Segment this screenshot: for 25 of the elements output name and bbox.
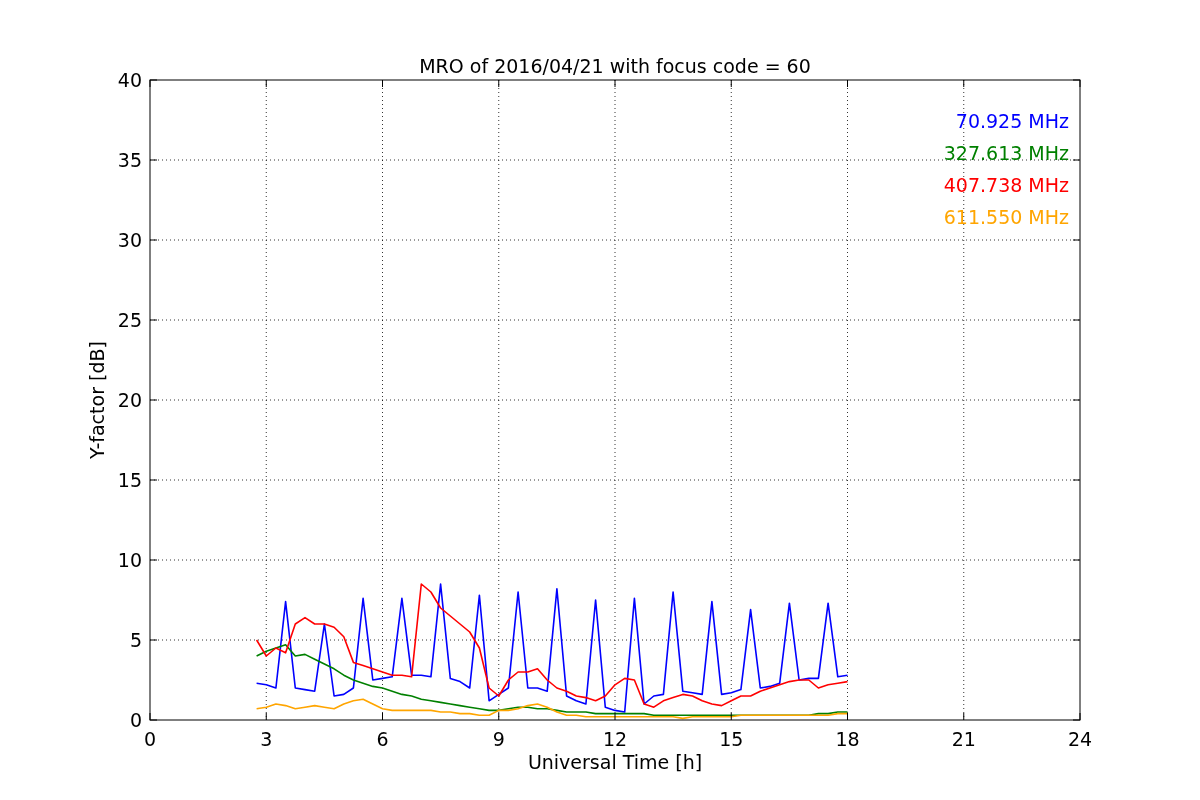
y-tick-label: 10 [117,549,142,571]
y-tick-label: 20 [117,389,142,411]
y-tick-label: 35 [117,149,142,171]
y-tick-label: 40 [117,69,142,91]
legend-label: 407.738 MHz [943,174,1069,196]
chart-title: MRO of 2016/04/21 with focus code = 60 [419,55,811,77]
y-tick-label: 5 [129,629,142,651]
x-axis-label: Universal Time [h] [527,751,703,773]
x-tick-label: 3 [260,728,273,750]
y-tick-label: 25 [117,309,142,331]
legend-label: 611.550 MHz [943,206,1069,228]
x-tick-label: 24 [1067,728,1093,750]
x-tick-label: 12 [602,728,628,750]
legend-label: 70.925 MHz [955,110,1069,132]
x-tick-label: 15 [719,728,744,750]
x-tick-label: 18 [835,728,860,750]
x-tick-label: 21 [951,728,976,750]
y-tick-label: 0 [129,709,142,731]
y-tick-label: 15 [117,469,142,491]
x-tick-label: 0 [143,728,157,750]
x-tick-label: 9 [492,728,505,750]
legend-label: 327.613 MHz [943,142,1069,164]
x-tick-label: 6 [376,728,389,750]
y-tick-label: 30 [117,229,142,251]
y-axis-label: Y-factor [dB] [86,341,108,459]
